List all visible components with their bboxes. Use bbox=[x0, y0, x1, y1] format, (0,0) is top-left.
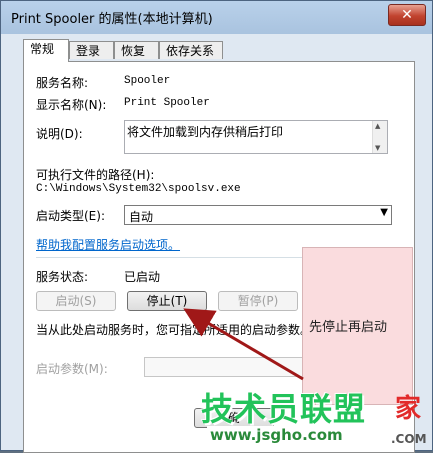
tab-general[interactable]: 常规 bbox=[23, 39, 69, 62]
window-title: Print Spooler 的属性(本地计算机) bbox=[11, 12, 213, 27]
service-name-label: 服务名称: bbox=[36, 76, 89, 90]
description-label: 说明(D): bbox=[36, 127, 83, 141]
scroll-down-icon[interactable]: ▼ bbox=[375, 144, 380, 152]
startup-type-label: 启动类型(E): bbox=[36, 209, 105, 223]
scroll-up-icon[interactable]: ▲ bbox=[375, 122, 380, 130]
description-scrollbar[interactable]: ▲ ▼ bbox=[372, 121, 387, 153]
startup-type-select[interactable]: 自动 ▼ bbox=[124, 205, 392, 225]
close-button[interactable]: ✕ bbox=[388, 4, 426, 26]
display-name-value: Print Spooler bbox=[124, 97, 210, 109]
description-field[interactable]: 将文件加载到内存供稍后打印 ▲ ▼ bbox=[124, 120, 388, 154]
start-hint-text: 当从此处启动服务时，您可指定所适用的启动参数。 bbox=[36, 323, 313, 337]
help-configure-link[interactable]: 帮助我配置服务启动选项。 bbox=[36, 236, 180, 253]
start-button[interactable]: 启动(S) bbox=[36, 291, 116, 311]
service-status-label: 服务状态: bbox=[36, 270, 89, 284]
tab-logon[interactable]: 登录 bbox=[69, 41, 114, 59]
tab-recovery[interactable]: 恢复 bbox=[114, 41, 159, 59]
service-status-value: 已启动 bbox=[124, 270, 161, 284]
watermark-url: www.jsgho.com bbox=[207, 426, 346, 444]
startup-type-value: 自动 bbox=[129, 210, 154, 224]
service-properties-window: Print Spooler 的属性(本地计算机) ✕ 常规 登录 恢复 依存关系… bbox=[0, 0, 433, 453]
watermark-jia: 家 bbox=[395, 394, 422, 424]
path-value: C:\Windows\System32\spoolsv.exe bbox=[36, 183, 241, 195]
pause-button[interactable]: 暂停(P) bbox=[218, 291, 298, 311]
close-icon: ✕ bbox=[401, 7, 413, 23]
watermark-text: 技术员联盟 bbox=[201, 390, 367, 428]
tab-dependencies[interactable]: 依存关系 bbox=[159, 41, 223, 59]
stop-button[interactable]: 停止(T) bbox=[127, 291, 207, 311]
chevron-down-icon: ▼ bbox=[380, 207, 388, 218]
watermark-com: .COM bbox=[391, 432, 427, 446]
path-label: 可执行文件的路径(H): bbox=[36, 168, 155, 182]
annotation-callout: 先停止再启动 bbox=[302, 247, 413, 405]
site-watermark: 技术员联盟 家 www.jsgho.com .COM bbox=[201, 384, 429, 450]
display-name-label: 显示名称(N): bbox=[36, 98, 107, 112]
service-name-value: Spooler bbox=[124, 75, 171, 87]
title-bar[interactable]: Print Spooler 的属性(本地计算机) ✕ bbox=[1, 1, 432, 33]
callout-text: 先停止再启动 bbox=[309, 320, 388, 335]
description-value: 将文件加载到内存供稍后打印 bbox=[127, 125, 284, 139]
start-params-label: 启动参数(M): bbox=[36, 362, 108, 376]
